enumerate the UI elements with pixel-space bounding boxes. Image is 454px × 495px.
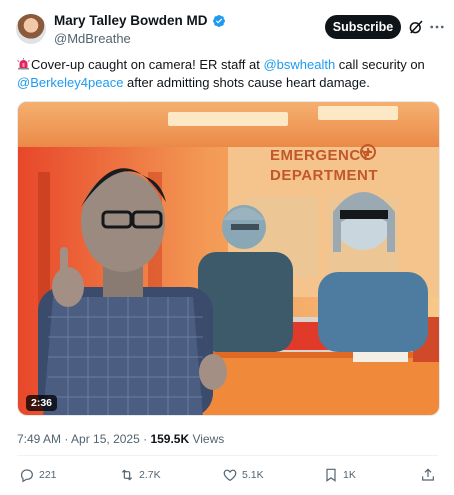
siren-icon [17, 58, 30, 70]
repost-button[interactable]: 2.7K [119, 467, 161, 483]
author-name[interactable]: Mary Talley Bowden MD [54, 13, 208, 28]
reply-icon [21, 469, 33, 483]
video-thumbnail: EMERGENCY DEPARTMENT [18, 102, 439, 415]
like-button[interactable]: 5.1K [222, 467, 264, 483]
divider [17, 455, 438, 456]
sign-line2: DEPARTMENT [270, 167, 378, 184]
repost-icon [121, 469, 133, 481]
grok-icon[interactable] [407, 18, 425, 36]
reply-count: 221 [39, 469, 57, 481]
more-icon[interactable] [428, 18, 446, 36]
share-icon [422, 468, 434, 481]
tweet-meta: 7:49 AM · Apr 15, 2025 · 159.5K Views [17, 432, 224, 446]
avatar[interactable] [16, 14, 46, 44]
author-handle[interactable]: @MdBreathe [54, 31, 131, 46]
share-button[interactable] [420, 467, 436, 483]
action-bar: 221 2.7K 5.1K 1K [17, 467, 442, 487]
video-duration-badge: 2:36 [26, 395, 58, 411]
sign-line1: EMERGENCY [270, 147, 371, 164]
views-label: Views [189, 432, 225, 446]
tweet-text: Cover-up caught on camera! ER staff at @… [17, 56, 442, 91]
meta-separator-2: · [139, 432, 151, 446]
tweet-text-part1: Cover-up caught on camera! ER staff at [31, 57, 264, 72]
tweet-text-part3: after admitting shots cause heart damage… [123, 74, 370, 90]
mention-berkeley4peace[interactable]: @Berkeley4peace [17, 75, 123, 90]
tweet-date[interactable]: Apr 15, 2025 [71, 432, 140, 446]
mention-bswhealth[interactable]: @bswhealth [263, 57, 335, 72]
bookmark-count: 1K [343, 469, 356, 481]
views-count: 159.5K [150, 432, 190, 446]
video-media[interactable]: EMERGENCY DEPARTMENT [17, 101, 440, 416]
repost-count: 2.7K [139, 469, 161, 481]
tweet-text-part2: call security on [335, 57, 425, 72]
tweet-time[interactable]: 7:49 AM [17, 432, 61, 446]
heart-icon [223, 469, 237, 482]
subscribe-button[interactable]: Subscribe [325, 15, 401, 39]
reply-button[interactable]: 221 [19, 467, 57, 483]
like-count: 5.1K [242, 469, 264, 481]
tweet-header: Mary Talley Bowden MD @MdBreathe Subscri… [0, 0, 454, 48]
verified-badge-icon [212, 14, 225, 27]
meta-separator: · [61, 432, 72, 446]
author-name-row: Mary Talley Bowden MD [54, 13, 226, 28]
bookmark-icon [326, 468, 336, 482]
bookmark-button[interactable]: 1K [323, 467, 356, 483]
